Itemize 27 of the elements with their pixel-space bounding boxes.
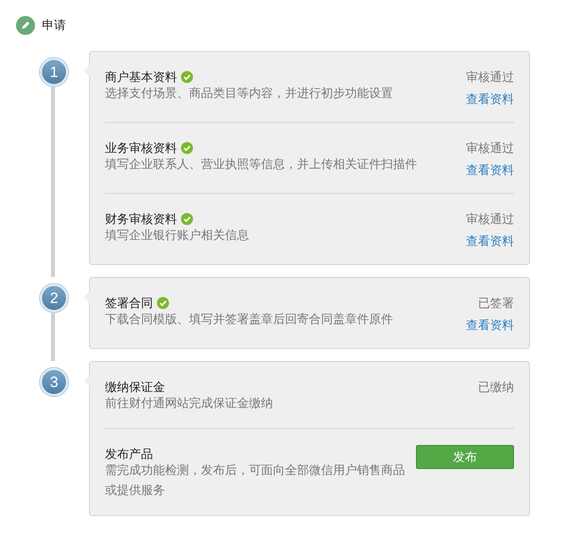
item-title: 缴纳保证金 [105, 379, 165, 395]
item-description: 需完成功能检测，发布后，可面向全部微信用户销售商品或提供服务 [105, 462, 406, 499]
status-text: 审核通过 [466, 211, 514, 227]
view-details-link[interactable]: 查看资料 [466, 162, 514, 178]
status-text: 已缴纳 [478, 379, 514, 395]
item-description: 前往财付通网站完成保证金缴纳 [105, 395, 274, 412]
item-title: 商户基本资料 [105, 69, 177, 85]
step-number: 3 [40, 368, 68, 396]
section-title: 申请 [42, 17, 66, 34]
status-text: 审核通过 [466, 140, 514, 156]
view-details-link[interactable]: 查看资料 [466, 91, 514, 107]
pen-icon [16, 16, 35, 35]
item-description: 选择支付场景、商品类目等内容，并进行初步功能设置 [105, 85, 394, 102]
item-description: 下载合同模版、填写并签署盖章后回寄合同盖章件原件 [105, 311, 394, 328]
view-details-link[interactable]: 查看资料 [466, 317, 514, 333]
item-title: 财务审核资料 [105, 211, 177, 227]
status-text: 已签署 [478, 295, 514, 311]
step-number: 2 [40, 284, 68, 312]
item-title: 业务审核资料 [105, 140, 177, 156]
view-details-link[interactable]: 查看资料 [466, 233, 514, 249]
item-title: 发布产品 [105, 446, 153, 462]
publish-button[interactable]: 发布 [416, 445, 514, 469]
item-description: 填写企业银行账户相关信息 [105, 227, 250, 244]
item-description: 填写企业联系人、营业执照等信息，并上传相关证件扫描件 [105, 156, 418, 173]
status-text: 审核通过 [466, 69, 514, 85]
item-title: 签署合同 [105, 295, 153, 311]
step-number: 1 [40, 58, 68, 86]
